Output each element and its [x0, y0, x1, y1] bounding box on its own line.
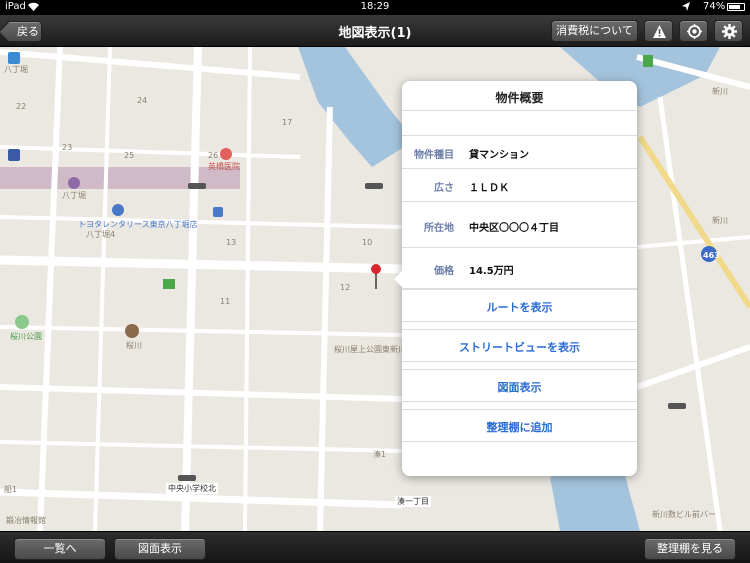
- map-label: 25: [124, 151, 135, 160]
- map-label: 11: [220, 297, 231, 306]
- floor-plan-button[interactable]: 図面表示: [402, 369, 637, 402]
- map-label: 10: [362, 238, 373, 247]
- info-label: 価格: [434, 266, 454, 277]
- info-label: 物件種目: [414, 150, 454, 161]
- popover-header: 物件概要: [402, 81, 637, 111]
- map-label: 八丁堀4: [86, 230, 116, 239]
- floor-plan-toolbar-button[interactable]: 図面表示: [114, 538, 206, 560]
- warning-button[interactable]: [644, 20, 673, 42]
- warning-icon: [653, 25, 666, 38]
- map-label: 桜川屋上公園東新川: [334, 345, 406, 354]
- street-view-button[interactable]: ストリートビューを表示: [402, 329, 637, 362]
- map-pin-icon[interactable]: [371, 264, 381, 274]
- street-view-label: ストリートビューを表示: [459, 341, 580, 354]
- show-route-label: ルートを表示: [486, 301, 553, 314]
- info-row-size: 広さ １ＬＤＫ: [402, 169, 637, 202]
- map-label: 12: [340, 283, 351, 292]
- hospital-icon: [220, 148, 232, 160]
- map-label: 23: [62, 143, 73, 152]
- info-row-address: 所在地 中央区〇〇〇４丁目: [402, 202, 637, 248]
- convenience-icon: [643, 55, 653, 67]
- add-to-shelf-label: 整理棚に追加: [486, 421, 553, 434]
- map-label: 新川: [712, 216, 728, 225]
- traffic-light: [178, 475, 196, 481]
- show-route-button[interactable]: ルートを表示: [402, 289, 637, 322]
- gear-icon: [722, 24, 737, 39]
- map-label: 新川: [712, 87, 728, 96]
- map-label: 17: [282, 118, 293, 127]
- traffic-light: [365, 183, 383, 189]
- map-label-intersection: 湊一丁目: [395, 496, 431, 507]
- map-poi-icon: [8, 52, 20, 64]
- traffic-light: [668, 403, 686, 409]
- bottom-toolbar: 一覧へ 図面表示 整理棚を見る: [0, 531, 750, 563]
- map-label: 八丁堀: [4, 65, 28, 74]
- map-label-intersection: 中央小学校北: [166, 483, 218, 494]
- map-label: 13: [226, 238, 237, 247]
- temple-icon: [125, 324, 139, 338]
- park-icon: [15, 315, 29, 329]
- battery-percent: 74%: [703, 1, 726, 12]
- battery-icon: [727, 3, 745, 11]
- info-value: １ＬＤＫ: [469, 183, 509, 194]
- route-number: 463: [703, 251, 720, 260]
- traffic-light: [188, 183, 206, 189]
- floor-plan-label: 図面表示: [497, 381, 542, 394]
- status-bar: iPad 18:29 74%: [0, 0, 750, 15]
- map-label: 船1: [4, 485, 18, 494]
- info-row-type: 物件種目 貸マンション: [402, 135, 637, 169]
- map-label: 26: [208, 151, 219, 160]
- map-label-park: 桜川公園: [10, 332, 42, 341]
- map-label-station: 八丁堀: [62, 191, 86, 200]
- map-label: 新川数ビル前バー: [652, 510, 716, 519]
- location-arrow-icon: [682, 2, 690, 11]
- parking-icon: [213, 207, 223, 217]
- store-icon: [163, 279, 175, 289]
- consumption-tax-button[interactable]: 消費税について: [551, 20, 638, 42]
- map-label: 22: [16, 102, 27, 111]
- map-label: 桜川: [126, 341, 142, 350]
- nav-bar: 戻る 地図表示(1) 消費税について: [0, 15, 750, 47]
- property-summary-popover: 物件概要 物件種目 貸マンション 広さ １ＬＤＫ 所在地 中央区〇〇〇４丁目 価…: [394, 81, 637, 476]
- popover-title: 物件概要: [495, 91, 544, 105]
- map-label: 鍛冶情報館: [6, 516, 46, 525]
- info-value: 14.5万円: [469, 266, 514, 277]
- compass-icon: [687, 24, 702, 39]
- metro-icon: [8, 149, 20, 161]
- info-value: 貸マンション: [469, 150, 529, 161]
- info-label: 所在地: [424, 223, 454, 234]
- current-location-button[interactable]: [679, 20, 708, 42]
- map-label: 24: [137, 96, 148, 105]
- back-to-list-button[interactable]: 一覧へ: [14, 538, 106, 560]
- map-label-hospital: 英橋医院: [208, 162, 240, 171]
- station-icon: [68, 177, 80, 189]
- add-to-shelf-button[interactable]: 整理棚に追加: [402, 409, 637, 442]
- view-shelf-button[interactable]: 整理棚を見る: [644, 538, 736, 560]
- map-label: 湊1: [373, 450, 387, 459]
- info-row-price: 価格 14.5万円: [402, 248, 637, 289]
- map-view[interactable]: 八丁堀 22 24 23 25 26 英橋医院 17 八丁堀 トヨタレンタリース…: [0, 47, 750, 531]
- info-label: 広さ: [434, 183, 454, 194]
- settings-button[interactable]: [714, 20, 743, 42]
- bus-icon: [112, 204, 124, 216]
- info-value: 中央区〇〇〇４丁目: [469, 223, 559, 234]
- status-time: 18:29: [360, 1, 390, 12]
